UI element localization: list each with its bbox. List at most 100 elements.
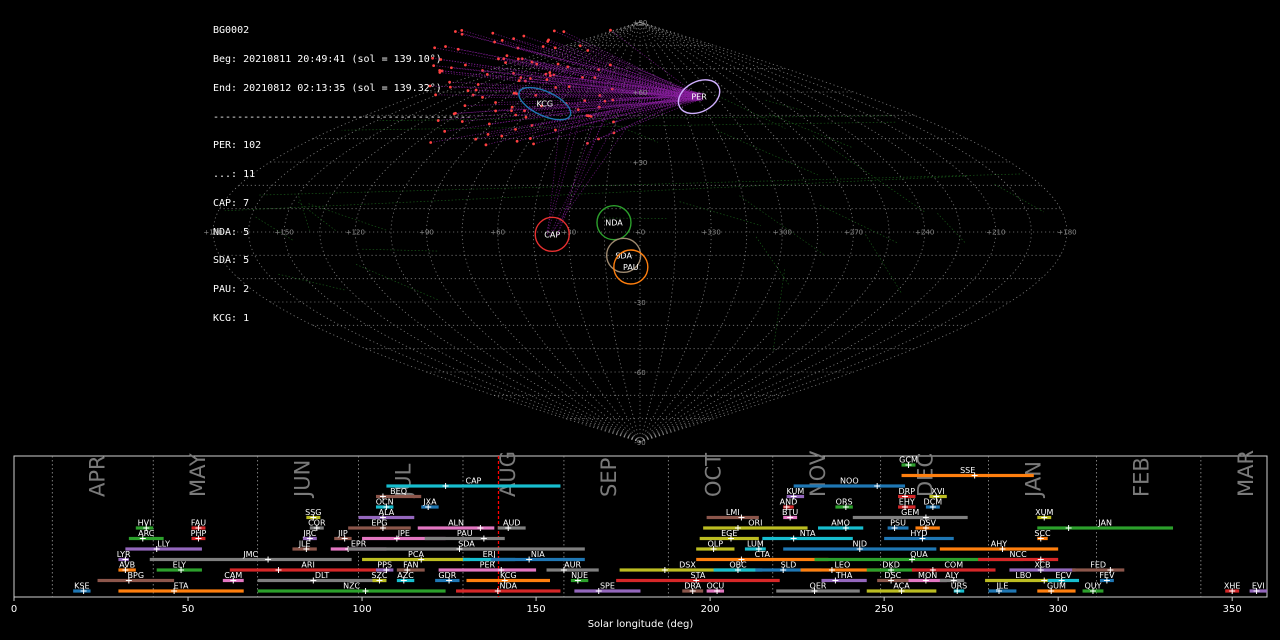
shower-label-bpg: BPG xyxy=(128,571,145,580)
shower-label-jrc: JRC xyxy=(302,529,317,538)
shower-label-cta: CTA xyxy=(755,550,771,559)
shower-label-pps: PPS xyxy=(377,561,392,570)
shower-label-aca: ACA xyxy=(893,582,910,591)
shower-label-qua: QUA xyxy=(910,550,928,559)
shower-label-fev: FEV xyxy=(1099,571,1115,580)
shower-label-arc: ARC xyxy=(138,529,155,538)
shower-label-lum: LUM xyxy=(747,540,764,549)
shower-label-nia: NIA xyxy=(531,550,545,559)
shower-label-aur: AUR xyxy=(564,561,581,570)
shower-label-fau: FAU xyxy=(191,519,206,528)
x-tick-label: 350 xyxy=(1223,604,1242,615)
month-label-sep: SEP xyxy=(597,458,621,497)
shower-label-jip: JIP xyxy=(337,529,348,538)
shower-label-szc: SZC xyxy=(371,571,388,580)
shower-label-pau: PAU xyxy=(457,529,473,538)
shower-label-ala: ALA xyxy=(379,508,395,517)
shower-label-sda: SDA xyxy=(458,540,475,549)
shower-label-lly: LLY xyxy=(157,540,170,549)
shower-label-php: PHP xyxy=(191,529,207,538)
shower-label-dsx: DSX xyxy=(679,561,696,570)
shower-label-lyr: LYR xyxy=(117,550,131,559)
shower-label-xhe: XHE xyxy=(1224,582,1241,591)
month-label-apr: APR xyxy=(85,455,109,497)
shower-label-ncc: NCC xyxy=(1010,550,1028,559)
shower-label-xcb: XCB xyxy=(1035,561,1051,570)
x-tick-label: 300 xyxy=(1049,604,1068,615)
shower-label-sld: SLD xyxy=(781,561,797,570)
shower-label-sse: SSE xyxy=(960,466,975,475)
shower-label-obc: OBC xyxy=(729,561,747,570)
month-label-jan: JAN xyxy=(1022,461,1046,499)
shower-label-nda: NDA xyxy=(499,582,517,591)
shower-label-xum: XUM xyxy=(1035,508,1053,517)
shower-label-eta: ETA xyxy=(174,582,189,591)
shower-label-amo: AMO xyxy=(831,519,850,528)
shower-label-sta: STA xyxy=(691,571,706,580)
shower-label-hvi: HVI xyxy=(138,519,152,528)
month-label-may: MAY xyxy=(186,453,210,497)
shower-label-ari: ARI xyxy=(301,561,314,570)
x-tick-label: 250 xyxy=(875,604,894,615)
shower-label-hyd: HYD xyxy=(910,529,927,538)
shower-label-lbo: LBO xyxy=(1015,571,1031,580)
x-tick-label: 0 xyxy=(11,604,17,615)
shower-label-ely: ELY xyxy=(173,561,186,570)
shower-label-gcm: GCM xyxy=(899,456,918,465)
month-label-oct: OCT xyxy=(701,453,725,497)
shower-label-aly: ALY xyxy=(945,571,959,580)
shower-label-ocn: OCN xyxy=(376,498,394,507)
x-tick-label: 200 xyxy=(701,604,720,615)
shower-label-scc: SCC xyxy=(1034,529,1051,538)
shower-label-btu: BTU xyxy=(782,508,798,517)
shower-label-jle: JLE xyxy=(298,540,311,549)
shower-label-dcm: DCM xyxy=(924,498,943,507)
shower-label-dsc: DSC xyxy=(884,571,901,580)
month-label-feb: FEB xyxy=(1129,457,1153,497)
shower-label-eri: ERI xyxy=(483,550,496,559)
shower-label-cap: CAP xyxy=(465,477,481,486)
shower-label-spe: SPE xyxy=(600,582,615,591)
shower-label-kse: KSE xyxy=(74,582,89,591)
shower-label-epr: EPR xyxy=(351,540,367,549)
month-label-mar: MAR xyxy=(1234,450,1258,497)
shower-label-cam: CAM xyxy=(224,571,242,580)
shower-label-kum: KUM xyxy=(786,487,804,496)
shower-label-xvi: XVI xyxy=(931,487,944,496)
shower-label-fed: FED xyxy=(1090,561,1106,570)
shower-label-ori: ORI xyxy=(748,519,762,528)
month-label-nov: NOV xyxy=(806,450,830,497)
shower-label-jmc: JMC xyxy=(242,550,258,559)
shower-label-lmi: LMI xyxy=(726,508,740,517)
shower-label-dra: DRA xyxy=(684,582,701,591)
shower-label-kcg: KCG xyxy=(500,571,517,580)
shower-label-pca: PCA xyxy=(408,550,424,559)
shower-label-mon: MON xyxy=(918,571,937,580)
shower-label-ors: ORS xyxy=(836,498,853,507)
shower-label-gem: GEM xyxy=(901,508,919,517)
month-label-jun: JUN xyxy=(291,460,315,499)
shower-label-tha: THA xyxy=(835,571,853,580)
shower-label-urs: URS xyxy=(951,582,968,591)
shower-label-jan: JAN xyxy=(1097,519,1112,528)
shower-label-dkd: DKD xyxy=(882,561,900,570)
shower-label-jpe: JPE xyxy=(397,529,410,538)
shower-label-epg: EPG xyxy=(371,519,387,528)
shower-label-olp: OLP xyxy=(708,540,724,549)
x-tick-label: 150 xyxy=(527,604,546,615)
shower-label-com: COM xyxy=(944,561,963,570)
shower-label-ocu: OCU xyxy=(706,582,724,591)
shower-label-noo: NOO xyxy=(840,477,859,486)
shower-label-gdr: GDR xyxy=(438,571,456,580)
shower-label-nta: NTA xyxy=(800,529,816,538)
shower-label-ehy: EHY xyxy=(899,498,915,507)
shower-label-psu: PSU xyxy=(890,519,906,528)
shower-label-drp: DRP xyxy=(898,487,915,496)
shower-label-oer: OER xyxy=(810,582,827,591)
shower-label-ege: EGE xyxy=(721,529,737,538)
x-axis-label: Solar longitude (deg) xyxy=(588,619,694,630)
shower-label-leo: LEO xyxy=(834,561,850,570)
shower-label-fan: FAN xyxy=(403,561,418,570)
shower-label-ssg: SSG xyxy=(305,508,321,517)
shower-label-quy: QUY xyxy=(1084,582,1101,591)
